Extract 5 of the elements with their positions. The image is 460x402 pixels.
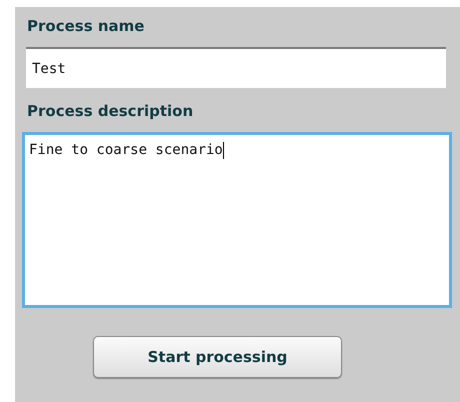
field-label: Process description xyxy=(27,102,194,120)
field-label: Process name xyxy=(27,17,144,35)
input-field[interactable]: Test xyxy=(26,47,446,88)
start-processing-button[interactable]: Start processing xyxy=(93,336,342,378)
text-area[interactable]: Fine to coarse scenario xyxy=(22,132,452,308)
